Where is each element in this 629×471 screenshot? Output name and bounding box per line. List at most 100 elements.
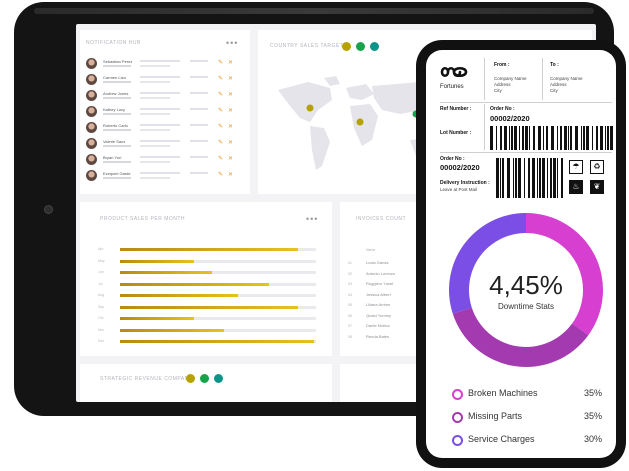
divider (440, 102, 612, 103)
notification-row[interactable]: Valerie Sanz ✎ ✕ (86, 136, 236, 152)
barcode-bar (570, 126, 572, 150)
legend-broken-machines: Broken Machines 35% (452, 388, 602, 402)
notification-subtitle (103, 177, 131, 179)
ring-icon (452, 412, 463, 423)
barcode-bar (547, 158, 548, 198)
legend-icon-olive[interactable] (342, 42, 351, 51)
bar[interactable] (120, 248, 299, 251)
edit-icon[interactable]: ✎ (218, 91, 223, 98)
bar[interactable] (120, 271, 213, 274)
flammable-icon: ♨ (569, 180, 583, 194)
barcode-bar (502, 158, 504, 198)
invoice-name: Lucia Garcia (366, 260, 389, 265)
edit-icon[interactable]: ✎ (218, 107, 223, 114)
barcode (496, 158, 563, 198)
legend-icon-green[interactable] (200, 374, 209, 383)
barcode-bar (529, 126, 530, 150)
notification-subtitle (103, 145, 131, 147)
close-icon[interactable]: ✕ (228, 107, 233, 114)
invoices-header: Name (366, 248, 376, 252)
legend-value: 35% (583, 411, 602, 421)
barcode-bar (507, 158, 510, 198)
product-sales-title: PRODUCT SALES PER MONTH (100, 216, 186, 222)
umbrella-icon: ☂ (569, 160, 583, 174)
notification-row[interactable]: Bryan Yuri ✎ ✕ (86, 152, 236, 168)
barcode-bar (557, 158, 558, 198)
edit-icon[interactable]: ✎ (218, 171, 223, 178)
close-icon[interactable]: ✕ (228, 155, 233, 162)
notification-text (140, 129, 170, 131)
barcode-bar (509, 126, 510, 150)
more-options-icon[interactable]: ••• (226, 39, 238, 48)
edit-icon[interactable]: ✎ (218, 139, 223, 146)
map-marker-olive-2 (356, 118, 364, 126)
invoice-number: 02 (348, 271, 352, 276)
edit-icon[interactable]: ✎ (218, 155, 223, 162)
legend-icon-teal[interactable] (370, 42, 379, 51)
barcode-bar (500, 158, 501, 198)
tablet-camera (44, 205, 53, 214)
edit-icon[interactable]: ✎ (218, 59, 223, 66)
close-icon[interactable]: ✕ (228, 123, 233, 130)
divider (484, 58, 485, 100)
bar[interactable] (120, 282, 269, 286)
barcode-bar (600, 126, 603, 150)
legend-icon-green[interactable] (356, 42, 365, 51)
to-line-2: Address (550, 82, 567, 87)
notification-text (140, 65, 170, 67)
notification-row[interactable]: Sebastian Perez ✎ ✕ (86, 56, 236, 72)
notification-time (190, 60, 208, 62)
notification-row[interactable]: Ezequiel Garde ✎ ✕ (86, 168, 236, 184)
bar[interactable] (120, 259, 195, 263)
bar[interactable] (120, 328, 224, 332)
bar[interactable] (120, 294, 238, 297)
notification-name: Andrew Jones (103, 91, 129, 96)
bar[interactable] (120, 340, 315, 343)
notification-time (190, 76, 208, 78)
invoice-number: 05 (348, 303, 352, 307)
notification-hub-panel: NOTIFICATION HUB ••• Sebastian Perez ✎ ✕ Ca… (80, 30, 250, 194)
notification-time (190, 156, 208, 158)
edit-icon[interactable]: ✎ (218, 75, 223, 82)
bar-track (120, 340, 316, 343)
donut-value: 4,45% (489, 270, 563, 300)
barcode-bar (568, 126, 569, 150)
notification-row[interactable]: Carmen Liza ✎ ✕ (86, 72, 236, 88)
legend-value: 35% (583, 388, 602, 398)
notification-text (140, 76, 180, 78)
barcode-bar (542, 158, 545, 198)
bar-label: Oct (98, 316, 104, 320)
notification-row[interactable]: Andrew Jones ✎ ✕ (86, 88, 236, 104)
more-options-icon[interactable]: ••• (306, 215, 318, 224)
bar[interactable] (120, 317, 195, 320)
barcode-bar (500, 126, 502, 150)
close-icon[interactable]: ✕ (228, 171, 233, 178)
invoice-number: 07 (348, 324, 352, 328)
infinity-logo-icon (440, 66, 468, 78)
close-icon[interactable]: ✕ (228, 91, 233, 98)
strategic-revenue-title: STRATEGIC REVENUE COMPANY (100, 376, 193, 382)
order-number-2: 00002/2020 (440, 163, 480, 172)
world-map (278, 76, 436, 170)
barcode-bar (496, 158, 499, 198)
notification-subtitle (103, 65, 131, 67)
legend-icon-olive[interactable] (186, 374, 195, 383)
notification-row[interactable]: Kathey Lucy ✎ ✕ (86, 104, 236, 120)
legend-icon-teal[interactable] (214, 374, 223, 383)
notification-subtitle (103, 97, 131, 99)
close-icon[interactable]: ✕ (228, 59, 233, 66)
avatar (86, 106, 97, 117)
edit-icon[interactable]: ✎ (218, 123, 223, 130)
bar-label: Jun (98, 270, 104, 274)
notification-text (140, 60, 180, 62)
legend-label: Missing Parts (468, 411, 523, 421)
notification-text (140, 177, 170, 179)
invoice-name: Jessica Albert (366, 291, 391, 297)
barcode-bar (581, 126, 582, 150)
avatar (86, 74, 97, 85)
legend-service-charges: Service Charges 30% (452, 434, 602, 448)
close-icon[interactable]: ✕ (228, 139, 233, 146)
close-icon[interactable]: ✕ (228, 75, 233, 82)
notification-row[interactable]: Roberto Carlo ✎ ✕ (86, 120, 236, 136)
bar[interactable] (120, 305, 299, 309)
